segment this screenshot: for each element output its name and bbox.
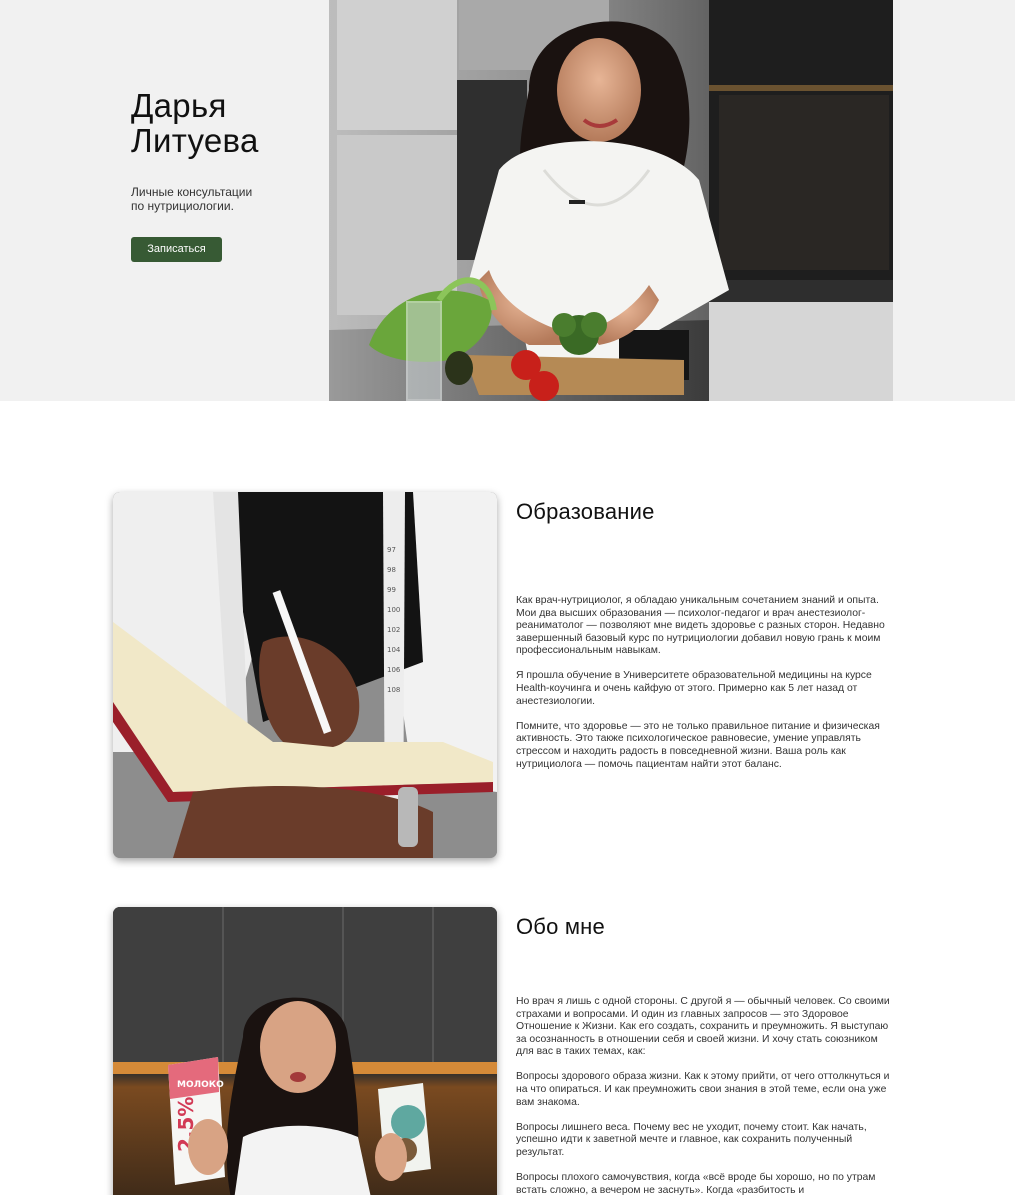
svg-text:106: 106 (387, 666, 401, 674)
about-paragraph: Вопросы плохого самочувствия, когда «всё… (516, 1172, 876, 1195)
about-paragraph: Вопросы лишнего веса. Почему вес не уход… (516, 1121, 867, 1158)
about-title: Обо мне (516, 914, 605, 939)
about-text: Но врач я лишь с одной стороны. С другой… (516, 996, 892, 1195)
svg-text:104: 104 (387, 646, 401, 654)
education-photo: 97 98 99 100 102 104 106 108 (113, 492, 497, 858)
svg-text:97: 97 (387, 546, 396, 554)
hero-title: Дарья Литуева (131, 88, 259, 158)
education-title: Образование (516, 499, 655, 524)
hero-subtitle: Личные консультации по нутрициологии. (131, 185, 301, 213)
education-paragraph: Я прошла обучение в Университете образов… (516, 670, 872, 707)
svg-text:100: 100 (387, 606, 400, 614)
hero-subtitle-line-1: Личные консультации (131, 185, 253, 199)
hero-section: Дарья Литуева Личные консультации по нут… (0, 0, 1015, 401)
education-paragraph: Помните, что здоровье — это не только пр… (516, 720, 880, 770)
about-photo-illustration: МОЛОКО 2,5% (113, 907, 497, 1195)
milk-pack-label: МОЛОКО (177, 1080, 224, 1090)
education-text: Как врач-нутрициолог, я обладаю уникальн… (516, 595, 892, 784)
hero-kitchen-photo (329, 0, 893, 401)
about-photo: МОЛОКО 2,5% (113, 907, 497, 1195)
education-photo-illustration: 97 98 99 100 102 104 106 108 (113, 492, 497, 858)
signup-button[interactable]: Записаться (131, 237, 222, 262)
hero-title-last-name: Литуева (131, 122, 259, 159)
svg-text:99: 99 (387, 586, 396, 594)
education-paragraph: Как врач-нутрициолог, я обладаю уникальн… (516, 595, 885, 657)
hero-subtitle-line-2: по нутрициологии. (131, 199, 234, 213)
svg-text:102: 102 (387, 626, 400, 634)
hero-title-first-name: Дарья (131, 87, 227, 124)
svg-text:108: 108 (387, 686, 400, 694)
svg-text:98: 98 (387, 566, 396, 574)
about-paragraph: Но врач я лишь с одной стороны. С другой… (516, 996, 890, 1058)
hero-photo-illustration (329, 0, 893, 401)
about-paragraph: Вопросы здорового образа жизни. Как к эт… (516, 1071, 890, 1108)
